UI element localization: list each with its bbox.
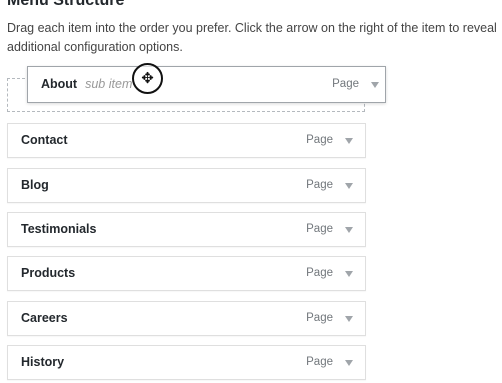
- menu-item-type: Page: [306, 134, 333, 146]
- menu-item-title: Testimonials: [21, 222, 97, 236]
- expand-arrow-button[interactable]: [367, 67, 383, 102]
- menu-item-title-text: About: [41, 77, 78, 91]
- menu-item-testimonials[interactable]: Testimonials Page: [7, 212, 366, 247]
- expand-arrow-button[interactable]: [341, 213, 357, 246]
- triangle-down-icon: [345, 315, 353, 322]
- menu-structure-panel: Menu Structure Drag each item into the o…: [0, 0, 502, 383]
- triangle-down-icon: [345, 182, 353, 189]
- expand-arrow-button[interactable]: [341, 257, 357, 290]
- expand-arrow-button[interactable]: [341, 302, 357, 335]
- menu-item-title: Careers: [21, 311, 68, 325]
- menu-item-title: Blog: [21, 178, 49, 192]
- menu-item-title: Products: [21, 266, 76, 280]
- menu-item-title: About sub item: [41, 67, 132, 102]
- move-cursor-glyph: ✥: [141, 70, 154, 87]
- menu-item-contact[interactable]: Contact Page: [7, 123, 366, 158]
- page-title: Menu Structure: [7, 0, 125, 9]
- menu-item-type: Page: [332, 78, 359, 90]
- menu-item-type: Page: [306, 312, 333, 324]
- menu-item-blog[interactable]: Blog Page: [7, 168, 366, 203]
- expand-arrow-button[interactable]: [341, 346, 357, 379]
- expand-arrow-button[interactable]: [341, 124, 357, 157]
- menu-item-title: History: [21, 355, 65, 369]
- menu-item-type: Page: [306, 356, 333, 368]
- triangle-down-icon: [345, 137, 353, 144]
- menu-item-products[interactable]: Products Page: [7, 256, 366, 291]
- menu-item-careers[interactable]: Careers Page: [7, 301, 366, 336]
- triangle-down-icon: [371, 81, 379, 88]
- menu-item-type: Page: [306, 223, 333, 235]
- triangle-down-icon: [345, 359, 353, 366]
- triangle-down-icon: [345, 226, 353, 233]
- move-icon: ✥: [132, 63, 163, 94]
- instructions-text: Drag each item into the order you prefer…: [7, 21, 497, 54]
- menu-item-type: Page: [306, 179, 333, 191]
- triangle-down-icon: [345, 270, 353, 277]
- menu-item-title: Contact: [21, 133, 68, 147]
- sub-item-label: sub item: [85, 77, 133, 91]
- menu-item-about-dragging[interactable]: About sub item Page: [27, 66, 386, 103]
- expand-arrow-button[interactable]: [341, 169, 357, 202]
- menu-item-type: Page: [306, 267, 333, 279]
- menu-item-history[interactable]: History Page: [7, 345, 366, 380]
